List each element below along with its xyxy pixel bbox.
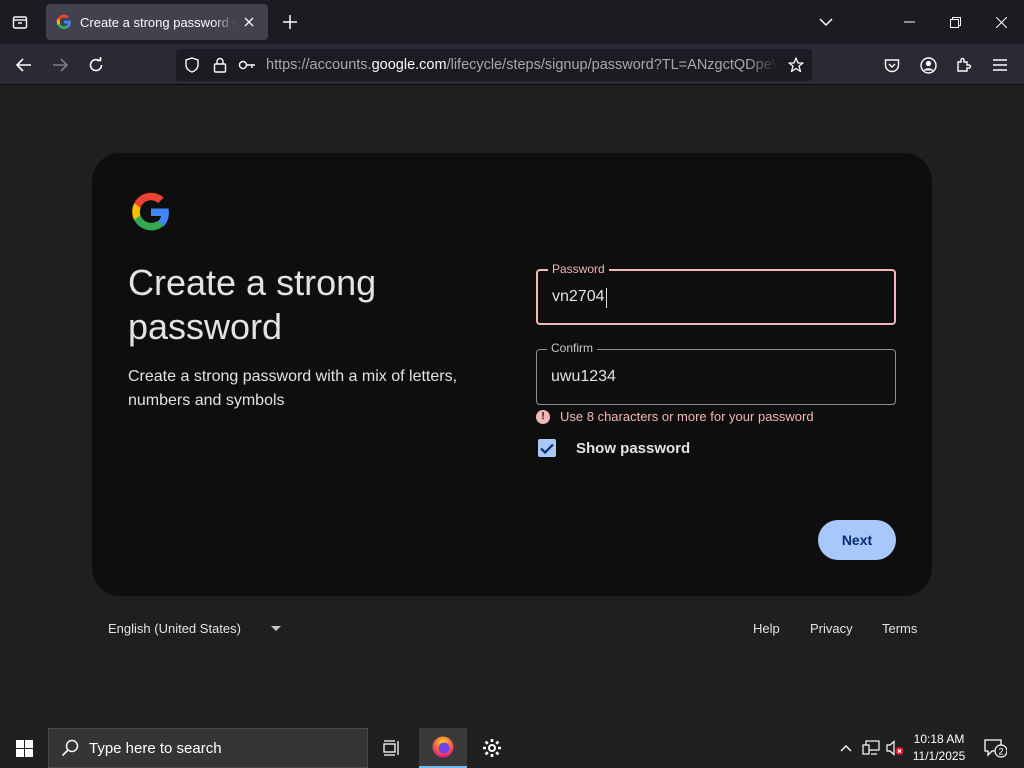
clock-date: 11/1/2025	[912, 749, 966, 763]
signup-card: Create a strong password Create a strong…	[92, 153, 932, 596]
reload-icon	[89, 57, 103, 72]
confirm-field[interactable]: Confirm	[536, 341, 896, 405]
dropdown-caret-icon	[270, 626, 281, 631]
restore-button[interactable]	[932, 0, 978, 44]
tab-list-icon	[12, 16, 28, 29]
help-link[interactable]: Help	[753, 621, 780, 636]
new-tab-button[interactable]	[278, 10, 302, 34]
browser-nav-bar: https://accounts.google.com/lifecycle/st…	[0, 44, 1024, 85]
network-icon	[862, 740, 880, 755]
url-text[interactable]: https://accounts.google.com/lifecycle/st…	[266, 57, 778, 73]
url-path: /lifecycle/steps/signup/password?TL=ANzg…	[446, 57, 778, 73]
close-icon	[995, 16, 1007, 28]
page-content: Create a strong password Create a strong…	[0, 86, 1024, 712]
restore-icon	[949, 16, 961, 28]
menu-button[interactable]	[987, 52, 1013, 78]
url-bar[interactable]: https://accounts.google.com/lifecycle/st…	[176, 49, 812, 81]
checkmark-icon	[540, 443, 554, 454]
language-selector[interactable]: English (United States)	[108, 621, 281, 636]
error-icon: !	[536, 409, 550, 424]
network-button[interactable]	[860, 728, 882, 768]
show-password-label[interactable]: Show password	[576, 440, 690, 457]
gear-icon	[483, 739, 501, 757]
text-cursor	[606, 288, 607, 308]
bookmark-star-icon[interactable]	[786, 55, 806, 75]
chevron-up-icon	[840, 745, 852, 752]
page-subtitle: Create a strong password with a mix of l…	[128, 368, 458, 409]
show-hidden-icons-button[interactable]	[836, 728, 856, 768]
page-footer: English (United States) Help Privacy Ter…	[0, 619, 1024, 639]
settings-taskbar-button[interactable]	[468, 728, 516, 768]
close-tab-icon[interactable]	[240, 13, 258, 31]
browser-tab-bar: Create a strong password Create a strong…	[0, 0, 1024, 44]
language-label: English (United States)	[108, 621, 241, 636]
close-window-button[interactable]	[978, 0, 1024, 44]
arrow-right-icon	[53, 58, 68, 72]
puzzle-icon	[957, 57, 972, 72]
terms-link[interactable]: Terms	[882, 621, 917, 636]
firefox-taskbar-button[interactable]	[419, 728, 467, 768]
confirm-input[interactable]	[551, 350, 881, 404]
pocket-icon	[884, 58, 900, 72]
account-icon	[919, 56, 937, 74]
start-button[interactable]	[0, 728, 48, 768]
page-title: Create a strong password	[128, 262, 377, 347]
url-prefix: https://accounts.	[266, 57, 372, 73]
taskbar-search-box[interactable]: Type here to search	[48, 728, 368, 768]
extensions-button[interactable]	[951, 52, 977, 78]
arrow-left-icon	[16, 58, 31, 72]
back-button[interactable]	[11, 52, 37, 78]
notification-count: 2	[998, 747, 1003, 757]
show-password-checkbox[interactable]	[538, 439, 556, 457]
password-input[interactable]	[552, 271, 882, 323]
windows-logo-icon	[15, 739, 33, 757]
plus-icon	[283, 15, 297, 29]
task-view-button[interactable]	[368, 728, 416, 768]
clock-time: 10:18 AM	[913, 732, 965, 746]
google-logo-icon	[132, 192, 169, 231]
error-text: Use 8 characters or more for your passwo…	[560, 409, 814, 424]
account-button[interactable]	[915, 52, 941, 78]
password-field[interactable]: Password	[536, 262, 896, 325]
search-icon	[61, 739, 79, 757]
list-all-tabs-button[interactable]	[8, 10, 32, 34]
google-favicon-icon	[56, 14, 71, 29]
forward-button[interactable]	[47, 52, 73, 78]
notification-center-button[interactable]: 2	[978, 728, 1012, 768]
chevron-down-icon	[819, 18, 833, 27]
shield-icon[interactable]	[182, 55, 202, 75]
next-button[interactable]: Next	[818, 520, 896, 560]
hamburger-menu-icon	[993, 59, 1007, 71]
privacy-link[interactable]: Privacy	[810, 621, 853, 636]
volume-button[interactable]	[884, 728, 906, 768]
minimize-icon	[903, 21, 915, 23]
notification-icon: 2	[984, 739, 1007, 758]
show-password-toggle[interactable]: Show password	[538, 439, 690, 457]
taskbar-clock[interactable]: 10:18 AM 11/1/2025	[906, 731, 972, 765]
tab-title: Create a strong password Create a strong…	[80, 14, 236, 30]
url-domain: google.com	[371, 57, 447, 73]
password-error-message: ! Use 8 characters or more for your pass…	[536, 409, 814, 424]
volume-muted-icon	[886, 740, 904, 756]
pocket-button[interactable]	[879, 52, 905, 78]
reload-button[interactable]	[83, 52, 109, 78]
task-view-icon	[383, 740, 399, 756]
lock-icon[interactable]	[210, 55, 230, 75]
key-icon[interactable]	[237, 55, 257, 75]
windows-taskbar: Type here to search 10:18 AM 11/1/2025 2	[0, 728, 1024, 768]
minimize-button[interactable]	[886, 0, 932, 44]
search-placeholder: Type here to search	[89, 739, 222, 757]
tab-overflow-button[interactable]	[814, 10, 838, 34]
active-tab[interactable]: Create a strong password Create a strong…	[46, 4, 268, 40]
firefox-icon	[432, 736, 454, 758]
